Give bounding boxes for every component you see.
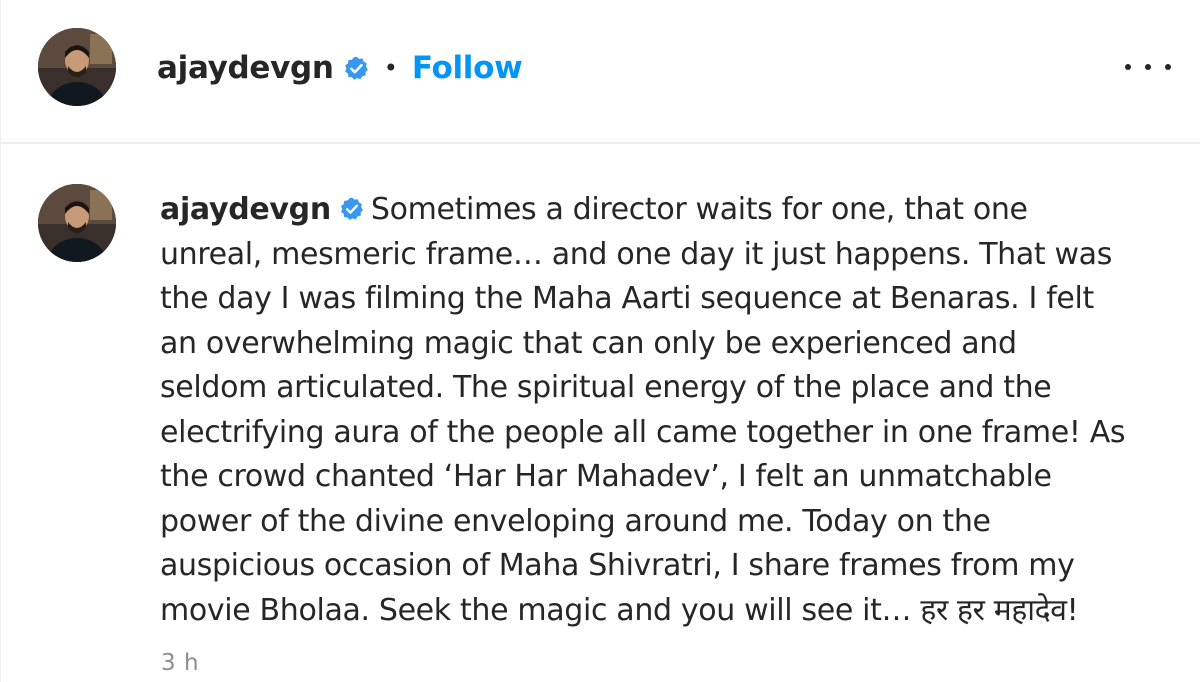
profile-avatar[interactable] [38,28,116,106]
header-username-line: ajaydevgn • Follow [157,46,523,90]
header-username[interactable]: ajaydevgn [157,50,334,86]
avatar-image-icon [38,184,116,262]
verified-badge-icon [343,55,370,82]
more-dot [1145,64,1151,70]
post-caption: ajaydevgn Sometimes a director waits for … [160,188,1160,633]
caption-line: power of the divine enveloping around me… [160,503,991,539]
caption-line: electrifying aura of the people all came… [160,414,1126,450]
post-timestamp[interactable]: 3 h [161,650,199,676]
caption-avatar[interactable] [38,184,116,262]
header-separator: • [383,54,398,82]
instagram-post: ajaydevgn • Follow ajaydevgn Sometimes a… [0,0,1200,682]
caption-line: the day I was filming the Maha Aarti seq… [160,281,1094,316]
verified-badge-icon [339,196,365,222]
caption-line: ajaydevgn Sometimes a director waits for … [160,188,1160,233]
caption-line: seldom articulated. The spiritual energy… [160,370,1052,405]
more-dot [1125,64,1131,70]
avatar-image-icon [38,28,116,106]
caption-line: an overwhelming magic that can only be e… [160,325,1017,361]
caption-line: unreal, mesmeric frame… and one day it j… [160,236,1112,272]
more-options-icon[interactable] [1125,54,1171,80]
caption-line: auspicious occasion of Maha Shivratri, I… [160,548,1075,583]
caption-line: the crowd chanted ‘Har Har Mahadev’, I f… [160,459,1052,494]
caption-username[interactable]: ajaydevgn [160,192,331,227]
caption-line: movie Bholaa. Seek the magic and you wil… [160,592,1079,628]
caption-text: Sometimes a director waits for one, that… [370,192,1028,227]
follow-button[interactable]: Follow [412,50,523,86]
more-dot [1165,64,1171,70]
post-header: ajaydevgn • Follow [1,0,1200,144]
